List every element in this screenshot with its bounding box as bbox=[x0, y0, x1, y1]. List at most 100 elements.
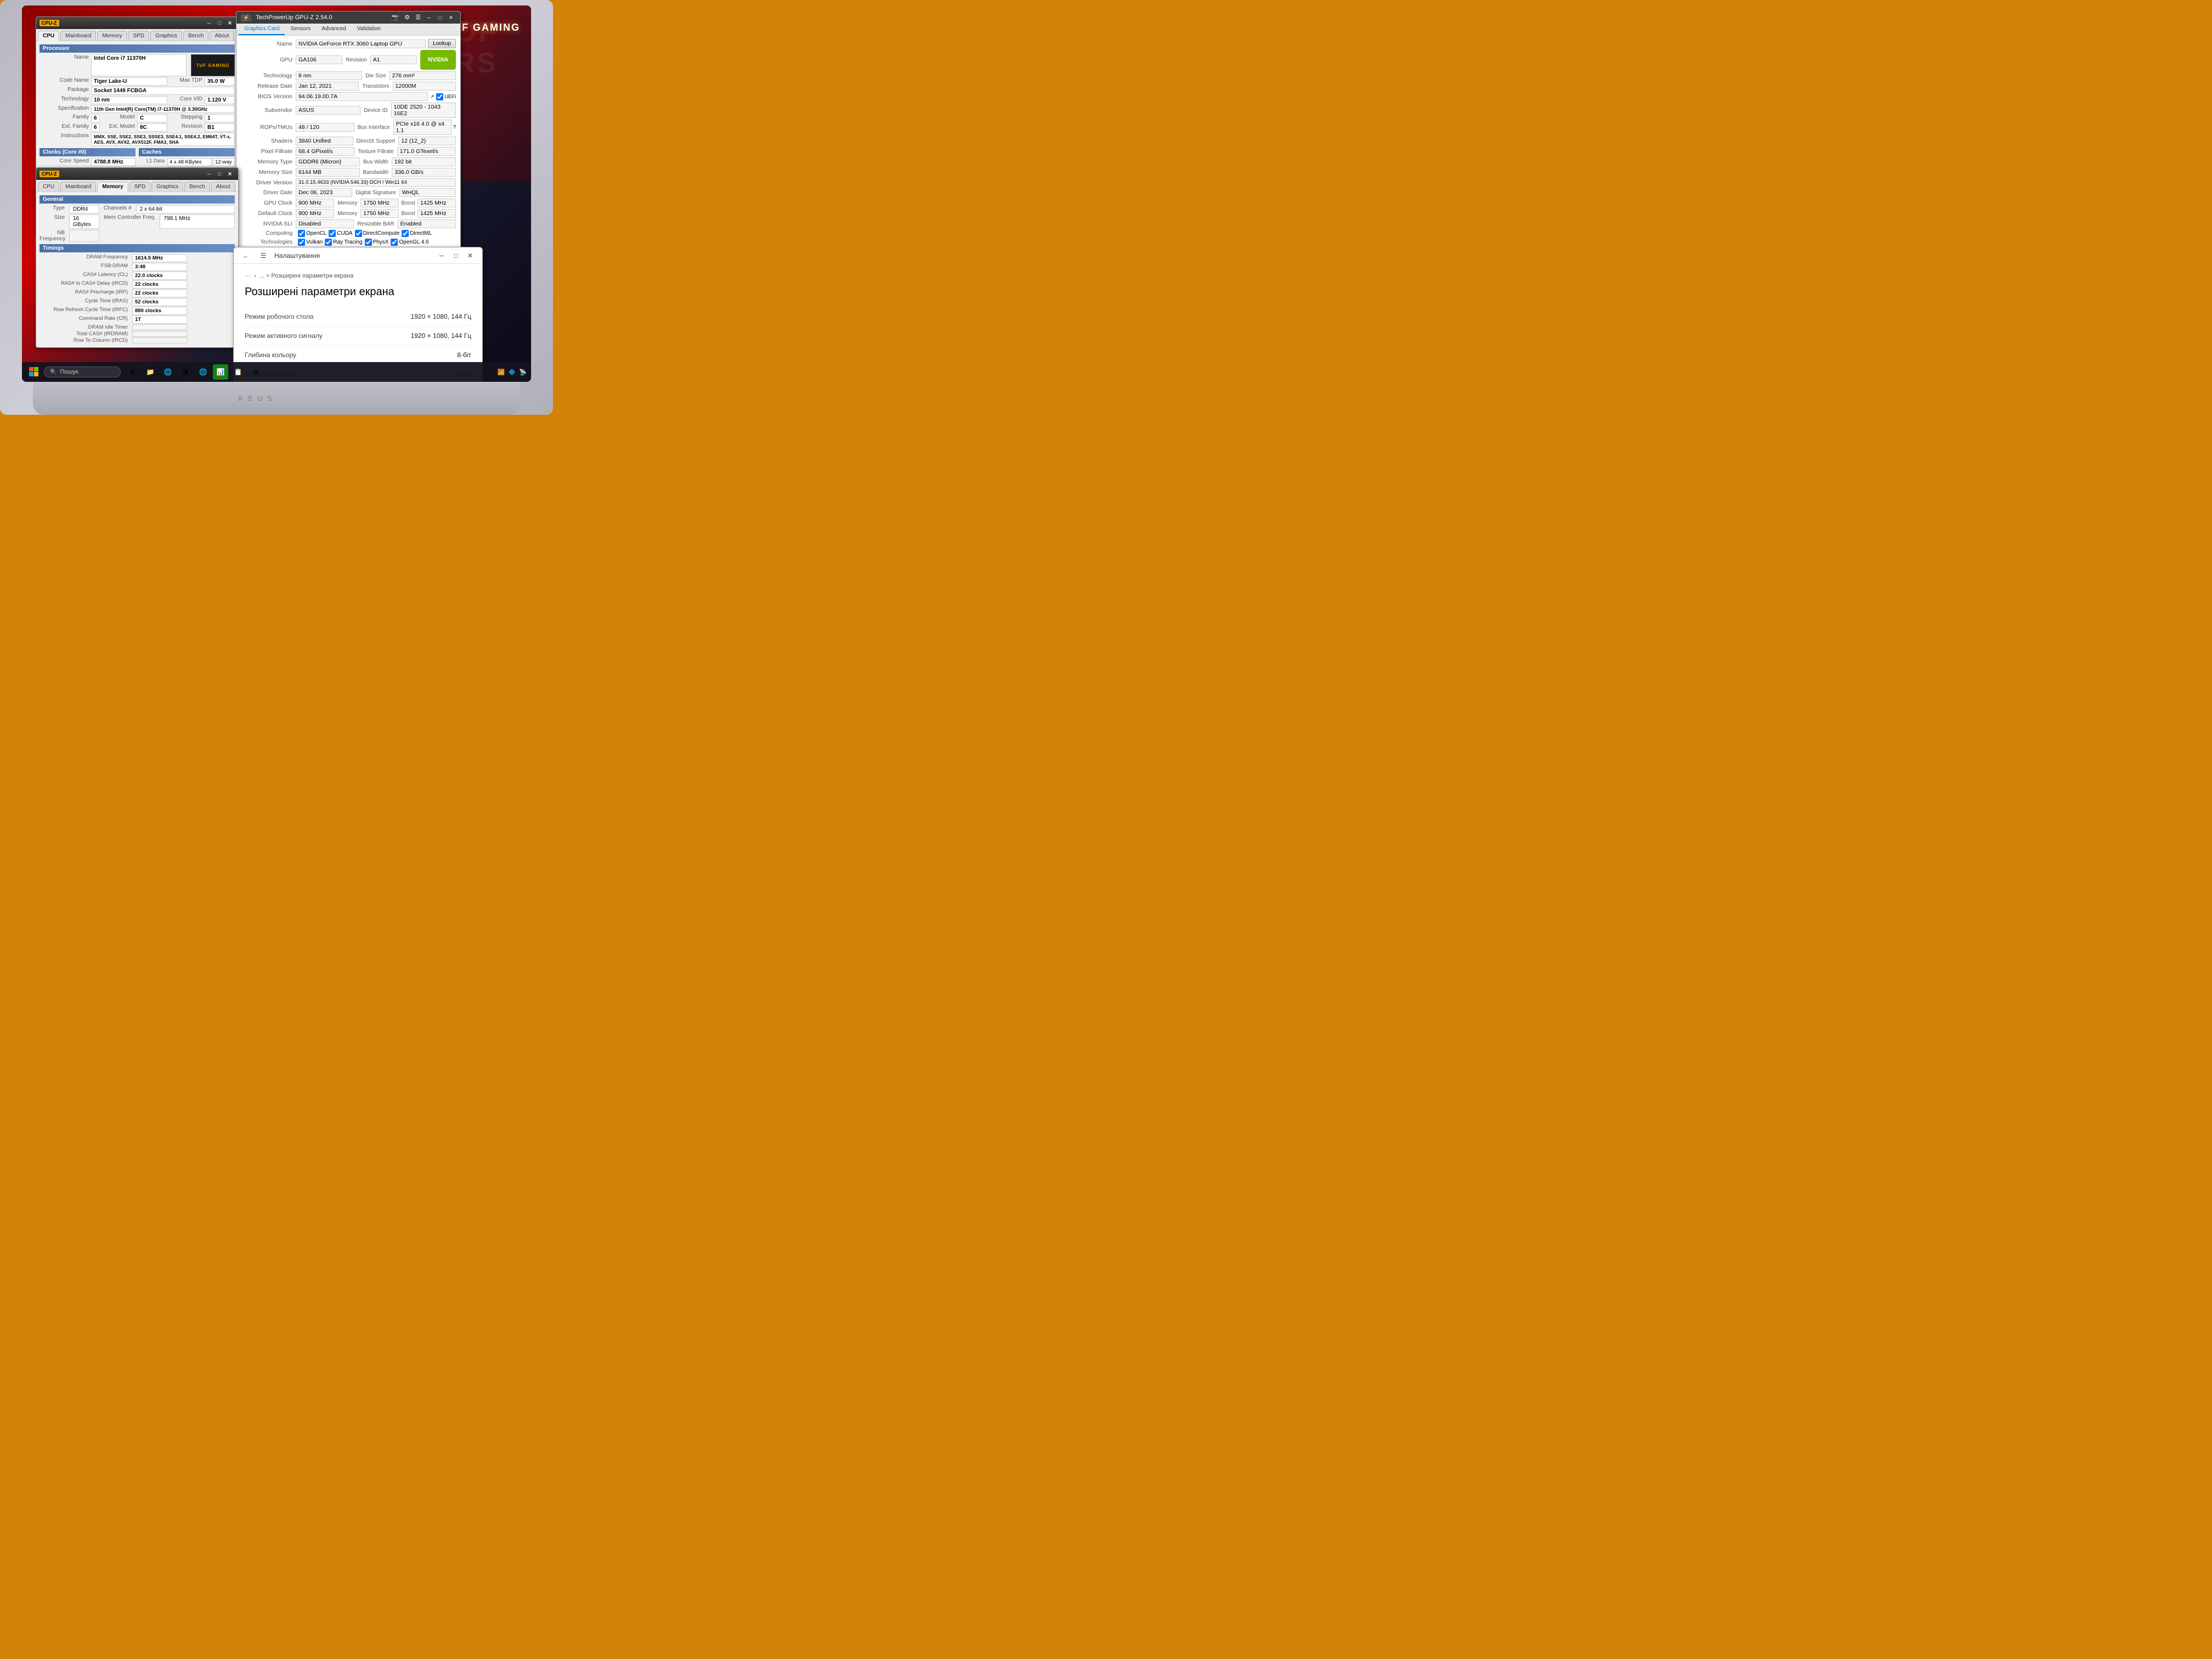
mem-type-row: Type DDR4 Channels # 2 x 64-bit bbox=[40, 205, 235, 213]
gpuz-computing-row: Computing OpenCL CUDA DirectCompute Dire… bbox=[241, 230, 456, 237]
cpuz-cpu-minimize[interactable]: ─ bbox=[204, 19, 214, 27]
settings-heading: Розширені параметри екрана bbox=[245, 286, 471, 298]
gpuz-cuda-label: CUDA bbox=[329, 230, 352, 237]
settings-label-0: Режим робочого стола bbox=[245, 313, 313, 320]
tab-cpu[interactable]: CPU bbox=[38, 31, 59, 41]
taskbar-chrome-icon[interactable]: 🌐 bbox=[160, 364, 176, 380]
gpuz-tab-advanced[interactable]: Advanced bbox=[316, 24, 351, 35]
taskbar-app2-icon[interactable]: 📋 bbox=[230, 364, 246, 380]
rowrefresh-val: 880 clocks bbox=[132, 307, 187, 315]
gpuz-shaders-val: 3840 Unified bbox=[296, 137, 353, 145]
gpuz-vulkan-checkbox[interactable] bbox=[298, 239, 305, 246]
gpuz-directcompute-checkbox[interactable] bbox=[355, 230, 362, 237]
gpuz-close[interactable]: ✕ bbox=[446, 14, 456, 21]
settings-minimize[interactable]: ─ bbox=[435, 249, 448, 262]
gpuz-tab-graphicscard[interactable]: Graphics Card bbox=[239, 24, 285, 35]
extmodel-val: 8C bbox=[137, 123, 167, 132]
gpuz-gpu-lbl: GPU bbox=[241, 57, 296, 63]
cpuz-memory-tabs: CPU Mainboard Memory SPD Graphics Bench … bbox=[36, 180, 238, 192]
search-placeholder: Пошук bbox=[60, 369, 78, 375]
tab-mainboard[interactable]: Mainboard bbox=[60, 31, 96, 41]
gpuz-sli-val: Disabled bbox=[296, 219, 354, 228]
taskbar-wifi[interactable]: 📡 bbox=[519, 369, 527, 376]
gpuz-gear-icon[interactable]: ⚙ bbox=[402, 14, 412, 21]
gpuz-minimize[interactable]: ─ bbox=[424, 14, 434, 21]
taskbar-search[interactable]: 🔍 Пошук bbox=[44, 366, 121, 377]
tab-graphics[interactable]: Graphics bbox=[150, 31, 182, 41]
gpuz-defboost-val: 1425 MHz bbox=[417, 209, 456, 218]
tech-val: 10 nm bbox=[91, 96, 167, 104]
taskbar-bluetooth[interactable]: 🔷 bbox=[509, 369, 516, 376]
gpuz-tab-validation[interactable]: Validation bbox=[352, 24, 386, 35]
gpuz-directml-checkbox[interactable] bbox=[402, 230, 409, 237]
gpuz-info-icon[interactable]: ? bbox=[453, 125, 456, 131]
gpuz-vulkan-label: Vulkan bbox=[298, 239, 323, 246]
gpuz-uefi-checkbox[interactable] bbox=[436, 93, 443, 100]
cpuz-cpu-close[interactable]: ✕ bbox=[225, 19, 235, 27]
gpuz-share-icon[interactable]: ↗ bbox=[430, 94, 435, 100]
tab2-about[interactable]: About bbox=[211, 182, 235, 191]
gpuz-tabs: Graphics Card Sensors Advanced Validatio… bbox=[236, 24, 460, 36]
tab2-mainboard[interactable]: Mainboard bbox=[60, 182, 96, 191]
gpuz-tab-sensors[interactable]: Sensors bbox=[285, 24, 316, 35]
tab2-graphics[interactable]: Graphics bbox=[151, 182, 183, 191]
tab-spd[interactable]: SPD bbox=[128, 31, 150, 41]
gpuz-raytracing-checkbox[interactable] bbox=[325, 239, 332, 246]
gpuz-opencl-checkbox[interactable] bbox=[298, 230, 305, 237]
gpuz-rops-lbl: ROPs/TMUs bbox=[241, 124, 296, 131]
gpuz-titlebar[interactable]: ⚡ TechPowerUp GPU-Z 2.54.0 📷 ⚙ ☰ ─ □ ✕ bbox=[236, 12, 460, 24]
gpuz-menu-icon[interactable]: ☰ bbox=[413, 14, 423, 21]
l1data-val: 4 x 48 KBytes bbox=[167, 158, 212, 166]
rowcol-val bbox=[132, 337, 187, 343]
start-button[interactable] bbox=[26, 364, 42, 380]
gpuz-title: TechPowerUp GPU-Z 2.54.0 bbox=[256, 14, 332, 21]
gpuz-maximize[interactable]: □ bbox=[435, 14, 445, 21]
taskbar-network-icon[interactable]: 🌐 bbox=[195, 364, 211, 380]
cpuz2-close[interactable]: ✕ bbox=[225, 170, 235, 178]
gpuz-lookup-btn[interactable]: Lookup bbox=[428, 39, 456, 48]
tab2-spd[interactable]: SPD bbox=[129, 182, 151, 191]
taskbar-settings-icon[interactable]: ⚙ bbox=[248, 364, 263, 380]
tab2-cpu[interactable]: CPU bbox=[38, 182, 59, 191]
taskbar-folder-icon[interactable]: 📁 bbox=[143, 364, 158, 380]
cpu-name-row: Name Intel Core i7 11370H TUF GAMING bbox=[40, 54, 235, 76]
taskbar-shield-icon[interactable]: 🛡 bbox=[178, 364, 193, 380]
corevid-val: 1.120 V bbox=[205, 96, 235, 104]
tab2-memory[interactable]: Memory bbox=[97, 182, 128, 192]
gpuz-opengl-checkbox[interactable] bbox=[391, 239, 398, 246]
cpuz-cpu-maximize[interactable]: □ bbox=[215, 19, 224, 27]
cas-row: CAS# Latency (CL) 22.0 clocks bbox=[40, 272, 235, 280]
rascas-row: RAS# to CAS# Delay (tRCD) 22 clocks bbox=[40, 280, 235, 289]
tech-lbl: Technology bbox=[40, 96, 89, 104]
tab2-bench[interactable]: Bench bbox=[184, 182, 210, 191]
settings-back-btn[interactable]: ← bbox=[239, 249, 252, 262]
tab-about[interactable]: About bbox=[210, 31, 234, 41]
gpuz-physx-checkbox[interactable] bbox=[365, 239, 372, 246]
gpuz-rebar-lbl: Resizable BAR bbox=[354, 221, 397, 227]
idle-row: DRAM Idle Timer bbox=[40, 324, 235, 330]
family-lbl: Family bbox=[40, 114, 89, 122]
settings-label-2: Глибина кольору bbox=[245, 351, 296, 359]
spec-lbl: Specification bbox=[40, 105, 89, 113]
taskbar-grid-icon[interactable]: ⊞ bbox=[125, 364, 140, 380]
taskbar-app1-icon[interactable]: 📊 bbox=[213, 364, 228, 380]
gpuz-businterface-val: PCIe x16 4.0 @ x4 1.1 bbox=[393, 120, 452, 135]
settings-menu-btn[interactable]: ☰ bbox=[257, 249, 270, 262]
gpuz-cuda-checkbox[interactable] bbox=[329, 230, 336, 237]
cpuz2-maximize[interactable]: □ bbox=[215, 170, 224, 178]
codename-lbl: Code Name bbox=[40, 77, 89, 86]
settings-maximize[interactable]: □ bbox=[449, 249, 462, 262]
settings-titlebar[interactable]: ← ☰ Налаштування ─ □ ✕ bbox=[234, 247, 482, 264]
settings-close[interactable]: ✕ bbox=[464, 249, 477, 262]
rascas-lbl: RAS# to CAS# Delay (tRCD) bbox=[40, 280, 130, 289]
tab-memory[interactable]: Memory bbox=[97, 31, 127, 41]
mem-size-row: Size 16 GBytes Mem Controller Freq. 798.… bbox=[40, 215, 235, 229]
gpuz-camera-icon[interactable]: 📷 bbox=[390, 14, 402, 21]
gpuz-physx-label: PhysX bbox=[365, 239, 389, 246]
cpuz-memory-titlebar[interactable]: CPU-Z ─ □ ✕ bbox=[36, 168, 238, 180]
cpuz2-minimize[interactable]: ─ bbox=[204, 170, 214, 178]
tech-row: Technology 10 nm Core VID 1.120 V bbox=[40, 96, 235, 104]
cpuz-cpu-titlebar[interactable]: CPU-Z ─ □ ✕ bbox=[36, 17, 238, 29]
taskbar-network-status[interactable]: 📶 bbox=[498, 369, 505, 376]
tab-bench[interactable]: Bench bbox=[183, 31, 208, 41]
